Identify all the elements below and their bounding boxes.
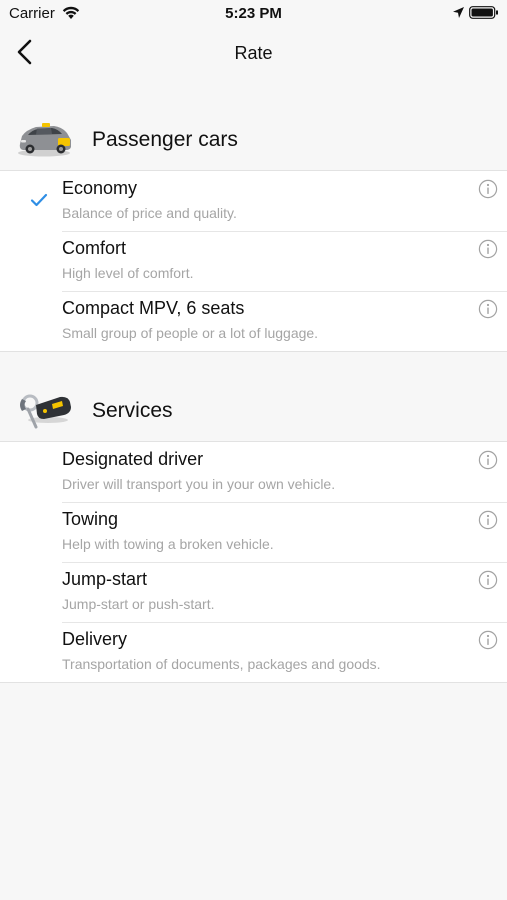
- info-icon[interactable]: [478, 630, 498, 650]
- item-subtitle: Jump-start or push-start.: [62, 596, 215, 612]
- page-title: Rate: [234, 43, 273, 63]
- info-icon[interactable]: [478, 239, 498, 259]
- section-header: Services: [0, 381, 507, 441]
- section-services: Services Designated driver Driver will t…: [0, 381, 507, 683]
- battery-icon: [469, 6, 498, 19]
- item-subtitle: Balance of price and quality.: [62, 205, 237, 221]
- service-item-towing[interactable]: Towing Help with towing a broken vehicle…: [0, 502, 507, 562]
- section-title: Passenger cars: [92, 128, 238, 151]
- section-header: Passenger cars: [0, 110, 507, 170]
- item-subtitle: Small group of people or a lot of luggag…: [62, 325, 319, 341]
- service-item-jump-start[interactable]: Jump-start Jump-start or push-start.: [0, 562, 507, 622]
- item-subtitle: Driver will transport you in your own ve…: [62, 476, 336, 492]
- item-title: Economy: [62, 178, 138, 198]
- item-title: Towing: [62, 509, 119, 529]
- status-bar: Carrier 5:23 PM: [0, 0, 507, 28]
- checkmark-icon: [30, 193, 48, 207]
- info-icon[interactable]: [478, 179, 498, 199]
- item-subtitle: Transportation of documents, packages an…: [62, 656, 381, 672]
- rate-item-comfort[interactable]: Comfort High level of comfort.: [0, 231, 507, 291]
- item-subtitle: High level of comfort.: [62, 265, 194, 281]
- status-time: 5:23 PM: [225, 5, 282, 22]
- section-title: Services: [92, 399, 173, 422]
- rate-list: Economy Balance of price and quality. Co…: [0, 170, 507, 352]
- item-title: Delivery: [62, 629, 128, 649]
- info-icon[interactable]: [478, 450, 498, 470]
- item-title: Jump-start: [62, 569, 148, 589]
- item-subtitle: Help with towing a broken vehicle.: [62, 536, 274, 552]
- section-passenger-cars: Passenger cars Economy Balance of price …: [0, 110, 507, 352]
- info-icon[interactable]: [478, 570, 498, 590]
- navigation-bar: Rate: [0, 28, 507, 80]
- item-title: Compact MPV, 6 seats: [62, 298, 245, 318]
- car-keys-icon: [20, 394, 71, 429]
- services-list: Designated driver Driver will transport …: [0, 441, 507, 683]
- taxi-car-icon: [18, 123, 71, 157]
- service-item-delivery[interactable]: Delivery Transportation of documents, pa…: [0, 622, 507, 682]
- rate-item-economy[interactable]: Economy Balance of price and quality.: [0, 171, 507, 231]
- info-icon[interactable]: [478, 299, 498, 319]
- item-title: Comfort: [62, 238, 127, 258]
- rate-item-compact-mpv[interactable]: Compact MPV, 6 seats Small group of peop…: [0, 291, 507, 351]
- service-item-designated-driver[interactable]: Designated driver Driver will transport …: [0, 442, 507, 502]
- item-title: Designated driver: [62, 449, 204, 469]
- info-icon[interactable]: [478, 510, 498, 530]
- location-arrow-icon: [453, 7, 464, 18]
